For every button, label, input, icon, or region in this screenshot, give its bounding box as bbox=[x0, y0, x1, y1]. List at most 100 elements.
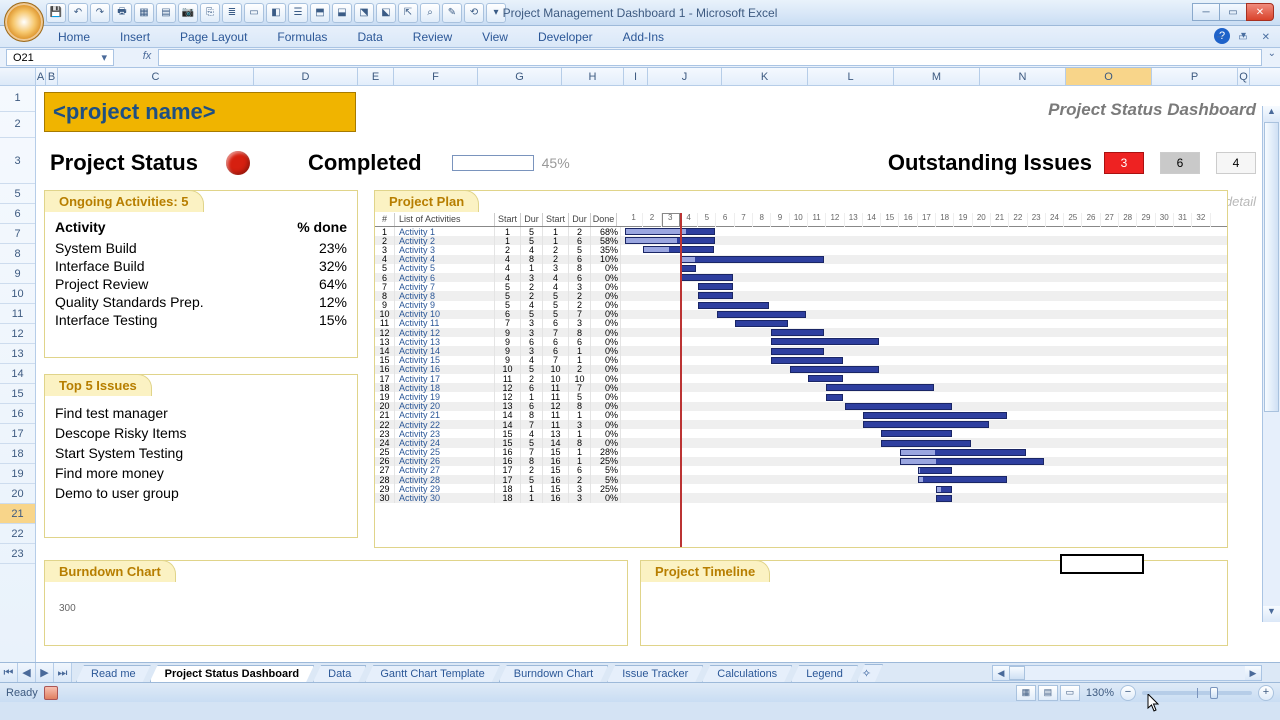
qat-btn[interactable]: ✎ bbox=[442, 3, 462, 23]
col-header-L[interactable]: L bbox=[808, 68, 894, 85]
row-header-11[interactable]: 11 bbox=[0, 304, 35, 324]
scroll-up-icon[interactable]: ▲ bbox=[1263, 106, 1280, 122]
qat-btn[interactable]: ⌕ bbox=[420, 3, 440, 23]
ribbon-tab-formulas[interactable]: Formulas bbox=[273, 26, 331, 47]
gantt-bar[interactable] bbox=[698, 292, 733, 299]
row-headers[interactable]: 123567891011121314151617181920212223 bbox=[0, 86, 36, 662]
gantt-bar[interactable] bbox=[790, 366, 880, 373]
gantt-bar[interactable] bbox=[900, 449, 1026, 456]
col-header-E[interactable]: E bbox=[358, 68, 394, 85]
ribbon-tab-data[interactable]: Data bbox=[353, 26, 386, 47]
gantt-bar[interactable] bbox=[881, 440, 971, 447]
gantt-bar[interactable] bbox=[643, 246, 714, 253]
qat-btn[interactable]: ▤ bbox=[156, 3, 176, 23]
row-header-7[interactable]: 7 bbox=[0, 224, 35, 244]
tab-prev-icon[interactable]: ◀ bbox=[18, 663, 36, 682]
col-header-Q[interactable]: Q bbox=[1238, 68, 1250, 85]
gantt-bar[interactable] bbox=[936, 486, 952, 493]
sheet-tab-project-status-dashboard[interactable]: Project Status Dashboard bbox=[150, 665, 314, 682]
gantt-bar[interactable] bbox=[936, 495, 952, 502]
sheet-tab-burndown-chart[interactable]: Burndown Chart bbox=[499, 665, 609, 682]
row-header-12[interactable]: 12 bbox=[0, 324, 35, 344]
view-pagebreak-icon[interactable]: ▭ bbox=[1060, 685, 1080, 701]
workbook-minimize-icon[interactable]: ─ bbox=[1213, 28, 1228, 43]
minimize-button[interactable]: ─ bbox=[1192, 3, 1220, 21]
col-header-I[interactable]: I bbox=[624, 68, 648, 85]
row-header-16[interactable]: 16 bbox=[0, 404, 35, 424]
ribbon-tab-page-layout[interactable]: Page Layout bbox=[176, 26, 251, 47]
new-sheet-tab[interactable]: ✧ bbox=[857, 664, 883, 682]
row-header-22[interactable]: 22 bbox=[0, 524, 35, 544]
ribbon-tab-add-ins[interactable]: Add-Ins bbox=[619, 26, 668, 47]
gantt-bar[interactable] bbox=[625, 237, 715, 244]
gantt-bar[interactable] bbox=[698, 283, 733, 290]
gantt-bar[interactable] bbox=[771, 338, 879, 345]
zoom-level[interactable]: 130% bbox=[1086, 687, 1114, 699]
vertical-scrollbar[interactable]: ▲ ▼ bbox=[1262, 106, 1280, 622]
col-header-A[interactable]: A bbox=[36, 68, 46, 85]
gantt-bar[interactable] bbox=[918, 476, 1008, 483]
qat-btn[interactable]: ⬓ bbox=[332, 3, 352, 23]
ribbon-tab-developer[interactable]: Developer bbox=[534, 26, 597, 47]
gantt-bar[interactable] bbox=[826, 394, 842, 401]
col-header-N[interactable]: N bbox=[980, 68, 1066, 85]
qat-btn[interactable]: ⬒ bbox=[310, 3, 330, 23]
hscroll-thumb[interactable] bbox=[1009, 666, 1025, 680]
row-header-17[interactable]: 17 bbox=[0, 424, 35, 444]
qat-camera-icon[interactable]: 📷 bbox=[178, 3, 198, 23]
col-header-F[interactable]: F bbox=[394, 68, 478, 85]
sheet-content[interactable]: <project name> Project Status Dashboard … bbox=[36, 86, 1280, 662]
worksheet[interactable]: ABCDEFGHIJKLMNOPQ 1235678910111213141516… bbox=[0, 68, 1280, 662]
qat-btn[interactable]: ⬔ bbox=[354, 3, 374, 23]
zoom-out-button[interactable]: − bbox=[1120, 685, 1136, 701]
row-header-23[interactable]: 23 bbox=[0, 544, 35, 564]
tab-last-icon[interactable]: ⏭ bbox=[54, 663, 72, 682]
col-header-J[interactable]: J bbox=[648, 68, 722, 85]
ribbon-tab-insert[interactable]: Insert bbox=[116, 26, 154, 47]
col-header-H[interactable]: H bbox=[562, 68, 624, 85]
view-normal-icon[interactable]: ▦ bbox=[1016, 685, 1036, 701]
gantt-bar[interactable] bbox=[735, 320, 788, 327]
qat-btn[interactable]: ◧ bbox=[266, 3, 286, 23]
qat-btn[interactable]: ⬕ bbox=[376, 3, 396, 23]
col-header-P[interactable]: P bbox=[1152, 68, 1238, 85]
row-header-21[interactable]: 21 bbox=[0, 504, 35, 524]
col-header-O[interactable]: O bbox=[1066, 68, 1152, 85]
gantt-bar[interactable] bbox=[625, 228, 715, 235]
column-headers[interactable]: ABCDEFGHIJKLMNOPQ bbox=[0, 68, 1280, 86]
row-header-5[interactable]: 5 bbox=[0, 184, 35, 204]
gantt-bar[interactable] bbox=[680, 274, 733, 281]
row-header-2[interactable]: 2 bbox=[0, 112, 35, 138]
gantt-bar[interactable] bbox=[717, 311, 807, 318]
qat-btn[interactable]: ⇱ bbox=[398, 3, 418, 23]
col-header-D[interactable]: D bbox=[254, 68, 358, 85]
sheet-tab-gantt-chart-template[interactable]: Gantt Chart Template bbox=[365, 665, 499, 682]
workbook-restore-icon[interactable]: ▭ bbox=[1234, 28, 1251, 43]
view-layout-icon[interactable]: ▤ bbox=[1038, 685, 1058, 701]
row-header-8[interactable]: 8 bbox=[0, 244, 35, 264]
sheet-tab-legend[interactable]: Legend bbox=[791, 665, 858, 682]
sheet-tab-calculations[interactable]: Calculations bbox=[702, 665, 792, 682]
row-header-3[interactable]: 3 bbox=[0, 138, 35, 184]
gantt-bar[interactable] bbox=[826, 384, 934, 391]
gantt-bar[interactable] bbox=[881, 430, 952, 437]
scroll-left-icon[interactable]: ◀ bbox=[993, 666, 1009, 680]
gantt-bar[interactable] bbox=[680, 265, 696, 272]
qat-btn[interactable]: ▭ bbox=[244, 3, 264, 23]
qat-undo-icon[interactable]: ↶ bbox=[68, 3, 88, 23]
sheet-tab-read-me[interactable]: Read me bbox=[76, 665, 151, 682]
formula-cancel-icon[interactable] bbox=[114, 48, 136, 67]
ribbon-tab-home[interactable]: Home bbox=[54, 26, 94, 47]
formula-expand-icon[interactable]: ⌄ bbox=[1268, 48, 1276, 59]
row-header-15[interactable]: 15 bbox=[0, 384, 35, 404]
row-header-1[interactable]: 1 bbox=[0, 86, 35, 112]
gantt-chart[interactable]: #List of ActivitiesStartDurStartDurDone … bbox=[375, 213, 1227, 547]
project-name-cell[interactable]: <project name> bbox=[44, 92, 356, 132]
gantt-bar[interactable] bbox=[771, 348, 824, 355]
office-button[interactable] bbox=[4, 2, 44, 42]
gantt-bar[interactable] bbox=[863, 421, 989, 428]
col-header-G[interactable]: G bbox=[478, 68, 562, 85]
row-header-20[interactable]: 20 bbox=[0, 484, 35, 504]
row-header-14[interactable]: 14 bbox=[0, 364, 35, 384]
macro-record-icon[interactable] bbox=[44, 686, 58, 700]
